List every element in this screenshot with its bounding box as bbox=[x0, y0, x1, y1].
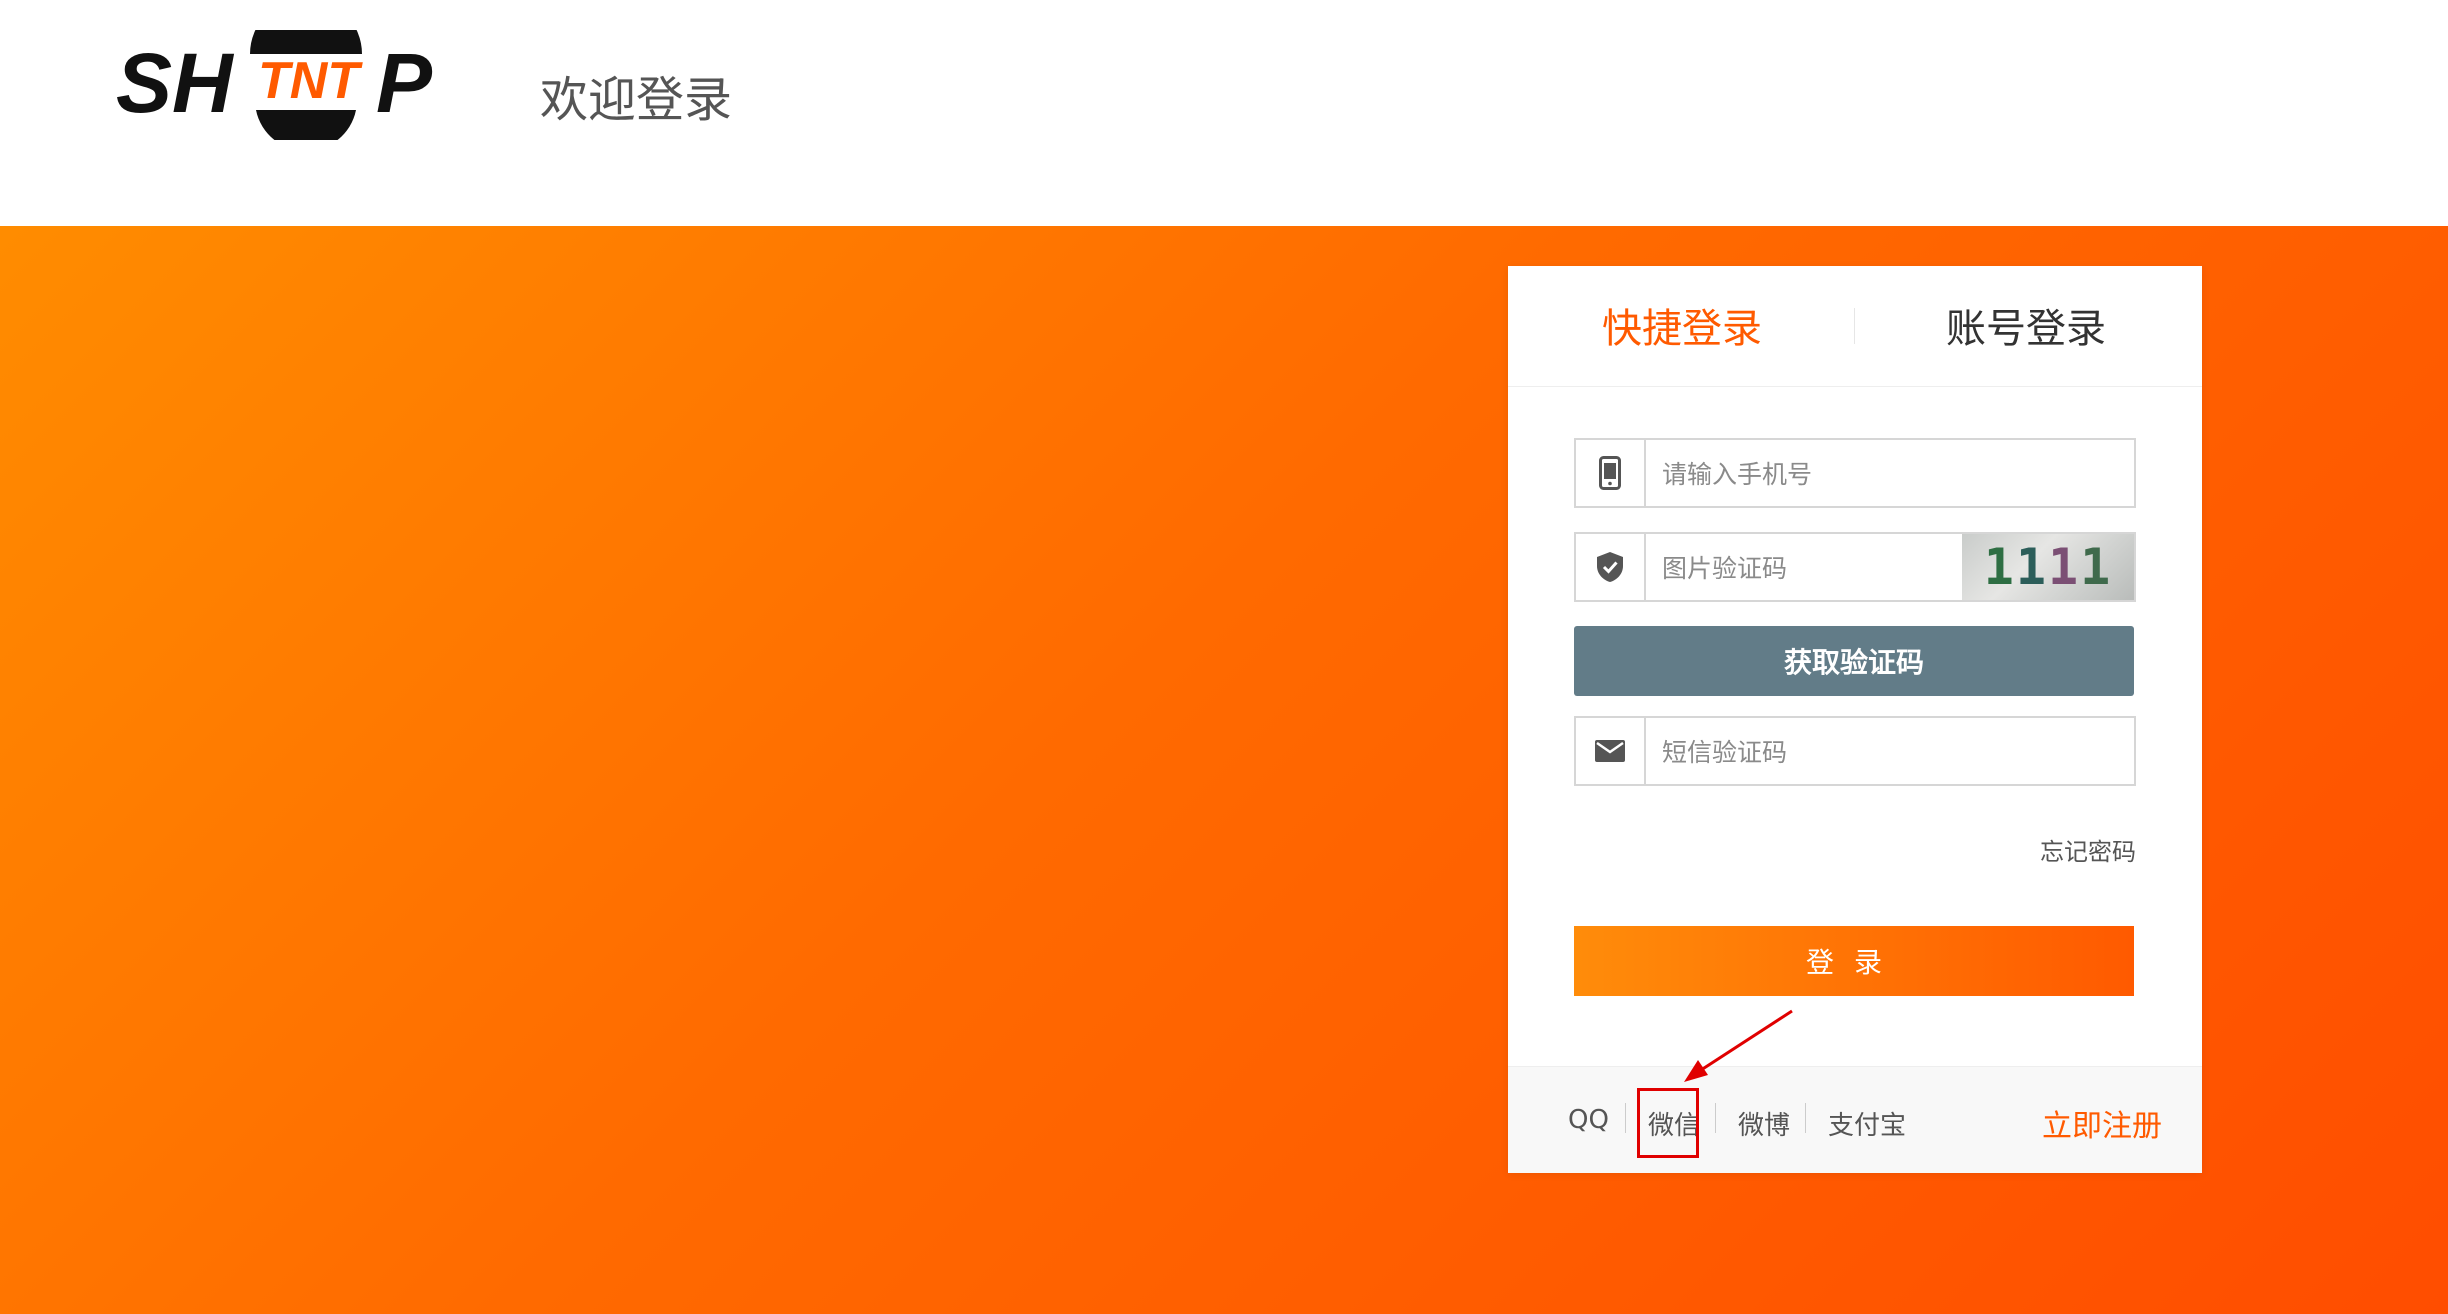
logo-center-text: TNT bbox=[258, 52, 363, 110]
captcha-image[interactable]: 1111 bbox=[1962, 534, 2134, 600]
welcome-title: 欢迎登录 bbox=[540, 72, 733, 128]
tab-divider bbox=[1854, 308, 1855, 344]
captcha-char: 1 bbox=[2080, 538, 2113, 596]
sms-code-input[interactable] bbox=[1660, 718, 2044, 786]
login-card: 快捷登录 账号登录 1111 获取验证码 忘记密码 登录 QQ 微信 微博 支付… bbox=[1508, 266, 2202, 1173]
captcha-char: 1 bbox=[2015, 538, 2048, 596]
sms-code-field bbox=[1574, 716, 2136, 786]
footer-separator bbox=[1625, 1103, 1626, 1133]
social-qq-link[interactable]: QQ bbox=[1568, 1105, 1609, 1135]
logo-ring-bottom bbox=[256, 110, 356, 140]
get-code-button[interactable]: 获取验证码 bbox=[1574, 626, 2134, 696]
login-tabs: 快捷登录 账号登录 bbox=[1508, 266, 2202, 387]
envelope-icon bbox=[1576, 718, 1646, 784]
footer-separator bbox=[1805, 1103, 1806, 1133]
tab-account-login[interactable]: 账号登录 bbox=[1946, 296, 2106, 354]
tab-quick-login[interactable]: 快捷登录 bbox=[1602, 296, 1762, 354]
logo-ring-top bbox=[250, 30, 362, 54]
social-alipay-link[interactable]: 支付宝 bbox=[1828, 1105, 1906, 1142]
register-link[interactable]: 立即注册 bbox=[2042, 1101, 2162, 1145]
captcha-char: 1 bbox=[1983, 538, 2016, 596]
forgot-password-link[interactable]: 忘记密码 bbox=[2040, 832, 2136, 867]
shield-check-icon bbox=[1576, 534, 1646, 600]
social-wechat-link[interactable]: 微信 bbox=[1648, 1105, 1700, 1142]
phone-input[interactable] bbox=[1660, 440, 2044, 508]
social-login-footer: QQ 微信 微博 支付宝 立即注册 bbox=[1508, 1066, 2202, 1173]
captcha-char: 1 bbox=[2048, 538, 2081, 596]
shtntp-logo[interactable]: SH TNT P bbox=[112, 30, 462, 140]
mobile-phone-icon bbox=[1576, 440, 1646, 506]
logo-right-text: P bbox=[376, 36, 433, 130]
logo-left-text: SH bbox=[116, 36, 235, 130]
phone-field bbox=[1574, 438, 2136, 508]
footer-separator bbox=[1715, 1103, 1716, 1133]
login-button[interactable]: 登录 bbox=[1574, 926, 2134, 996]
social-weibo-link[interactable]: 微博 bbox=[1738, 1105, 1790, 1142]
image-captcha-field: 1111 bbox=[1574, 532, 2136, 602]
header: SH TNT P 欢迎登录 bbox=[0, 0, 2448, 226]
